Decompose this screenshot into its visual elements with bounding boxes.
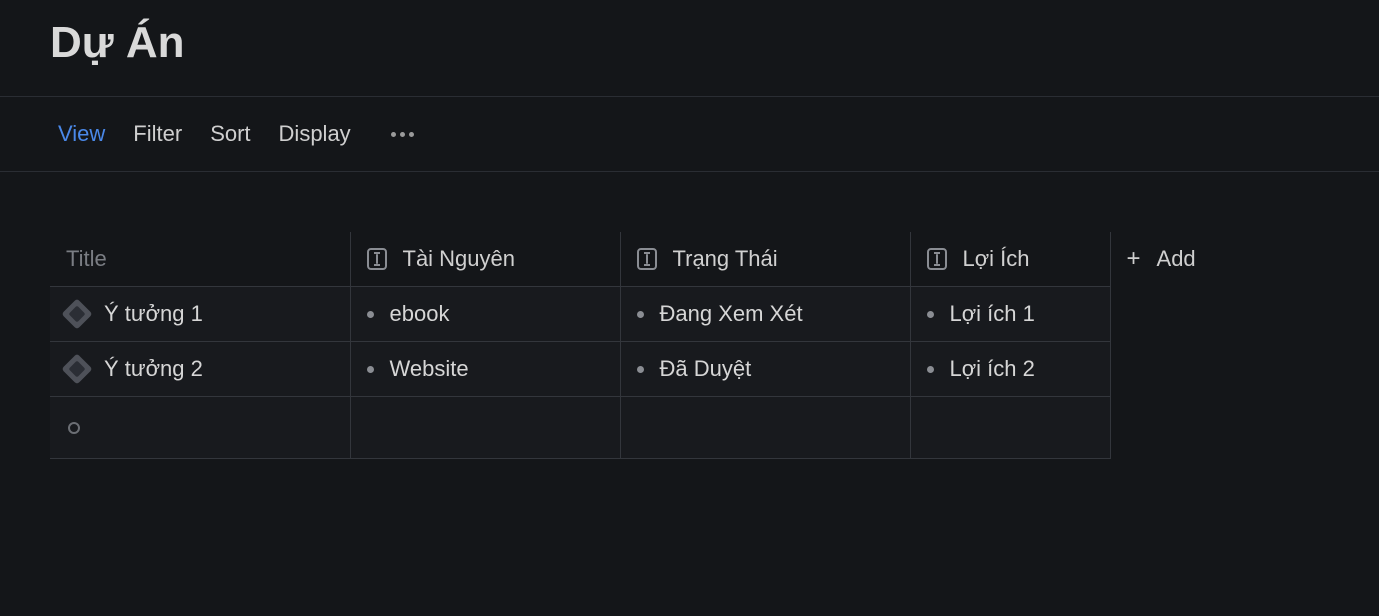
database-table: Title Tài Nguyên Trạng Thái <box>50 232 1212 459</box>
cell-value: ebook <box>390 301 450 327</box>
cell-value: Đang Xem Xét <box>660 301 803 327</box>
column-header-label: Trạng Thái <box>673 246 778 272</box>
table-row[interactable]: Ý tưởng 1 ebook Đang Xem Xét <box>50 287 1212 342</box>
text-column-icon <box>637 248 657 270</box>
page-icon <box>61 353 92 384</box>
column-header-label: Lợi Ích <box>963 246 1030 272</box>
plus-icon: + <box>1127 247 1141 271</box>
column-header-loi-ich[interactable]: Lợi Ích <box>910 232 1110 287</box>
new-row[interactable] <box>50 397 1212 459</box>
cell-value: Đã Duyệt <box>660 356 752 382</box>
add-column-button[interactable]: + Add <box>1110 232 1212 287</box>
column-header-tai-nguyen[interactable]: Tài Nguyên <box>350 232 620 287</box>
column-header-title[interactable]: Title <box>50 232 350 287</box>
bullet-icon <box>637 311 644 318</box>
bullet-icon <box>367 311 374 318</box>
text-column-icon <box>367 248 387 270</box>
view-toolbar: View Filter Sort Display <box>0 97 1379 172</box>
text-column-icon <box>927 248 947 270</box>
cell-value: Lợi ích 2 <box>950 356 1035 382</box>
column-header-label: Tài Nguyên <box>403 246 516 272</box>
toolbar-view[interactable]: View <box>58 121 105 147</box>
row-title: Ý tưởng 1 <box>104 301 203 327</box>
cell-value: Lợi ích 1 <box>950 301 1035 327</box>
cell-value: Website <box>390 356 469 382</box>
toolbar-filter[interactable]: Filter <box>133 121 182 147</box>
empty-row-icon <box>68 422 80 434</box>
column-header-trang-thai[interactable]: Trạng Thái <box>620 232 910 287</box>
bullet-icon <box>927 366 934 373</box>
add-column-label: Add <box>1157 246 1196 272</box>
page-title: Dự Án <box>0 0 1379 96</box>
page-icon <box>61 298 92 329</box>
toolbar-display[interactable]: Display <box>279 121 351 147</box>
toolbar-sort[interactable]: Sort <box>210 121 250 147</box>
table-row[interactable]: Ý tưởng 2 Website Đã Duyệt <box>50 342 1212 397</box>
toolbar-more-icon[interactable] <box>379 132 414 137</box>
bullet-icon <box>367 366 374 373</box>
bullet-icon <box>927 311 934 318</box>
bullet-icon <box>637 366 644 373</box>
row-title: Ý tưởng 2 <box>104 356 203 382</box>
